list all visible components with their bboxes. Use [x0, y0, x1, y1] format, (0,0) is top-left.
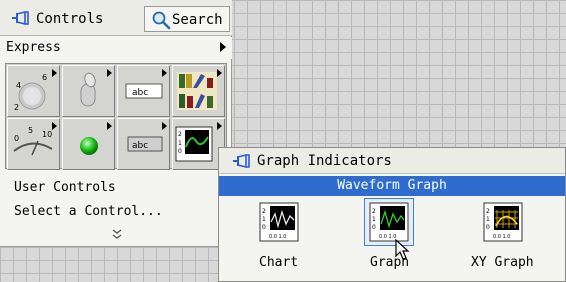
- submenu-arrow-icon: [107, 69, 112, 77]
- expand-chevron-icon[interactable]: [111, 228, 123, 240]
- submenu-arrow-icon: [217, 122, 222, 130]
- svg-text:2: 2: [372, 208, 376, 215]
- svg-text:0: 0: [262, 224, 266, 231]
- svg-text:0: 0: [486, 224, 490, 231]
- submenu-arrow-icon: [52, 69, 57, 77]
- svg-text:5: 5: [28, 126, 33, 135]
- numeric-indicators-tile[interactable]: 0 5 10: [7, 118, 60, 170]
- svg-text:2: 2: [178, 131, 182, 138]
- submenu-arrow-icon: [162, 122, 167, 130]
- category-express[interactable]: Express: [0, 37, 232, 59]
- svg-text:2: 2: [486, 208, 490, 215]
- controls-palette: Controls Search Express 4 6 2 abc 0 5 10…: [0, 0, 232, 247]
- hovered-item-label: Waveform Graph: [219, 176, 565, 196]
- subpalette-title: Graph Indicators: [257, 153, 392, 169]
- led-indicators-tile[interactable]: [62, 118, 115, 170]
- thumbtack-icon[interactable]: [10, 9, 30, 27]
- svg-text:0.0 1.0: 0.0 1.0: [493, 234, 511, 240]
- submenu-arrow-icon: [220, 42, 226, 52]
- palette-title-bar[interactable]: Controls Search: [0, 0, 232, 36]
- string-indicator-tile[interactable]: abc: [117, 118, 170, 170]
- thumbtack-icon[interactable]: [231, 152, 251, 170]
- subpalette-title-bar[interactable]: Graph Indicators: [219, 148, 565, 174]
- svg-text:0: 0: [178, 148, 182, 155]
- graph-indicators-palette: Graph Indicators Waveform Graph 2 1 0 0.…: [218, 147, 566, 282]
- xy-graph-icon[interactable]: 2 1 0 0.0 1.0: [483, 202, 523, 242]
- svg-text:0: 0: [372, 224, 376, 231]
- svg-text:1: 1: [262, 216, 266, 223]
- string-path-tile[interactable]: abc: [117, 65, 170, 117]
- search-button[interactable]: Search: [144, 6, 230, 32]
- numeric-controls-tile[interactable]: 4 6 2: [7, 65, 60, 117]
- svg-text:2: 2: [262, 208, 266, 215]
- svg-text:4: 4: [16, 81, 21, 90]
- menu-item-select-control[interactable]: Select a Control...: [14, 204, 163, 219]
- submenu-arrow-icon: [52, 122, 57, 130]
- magnifier-icon: [152, 11, 171, 30]
- svg-text:6: 6: [42, 73, 47, 82]
- waveform-graph-icon[interactable]: 2 1 0 0.0 1.0: [369, 202, 409, 242]
- svg-text:abc: abc: [132, 141, 148, 151]
- svg-text:1: 1: [178, 140, 182, 147]
- svg-text:2: 2: [14, 103, 19, 112]
- category-label: Express: [6, 40, 61, 55]
- submenu-arrow-icon: [107, 122, 112, 130]
- control-icon-grid: 4 6 2 abc 0 5 10 abc 2 1 0: [5, 63, 227, 170]
- xy-graph-label: XY Graph: [471, 255, 534, 270]
- search-button-label: Search: [172, 12, 223, 28]
- svg-text:1: 1: [486, 216, 490, 223]
- boolean-controls-tile[interactable]: [62, 65, 115, 117]
- mouse-cursor-icon: [395, 239, 410, 260]
- menu-item-user-controls[interactable]: User Controls: [14, 180, 116, 195]
- svg-text:10: 10: [42, 130, 52, 139]
- submenu-arrow-icon: [162, 69, 167, 77]
- waveform-chart-icon[interactable]: 2 1 0 0.0 1.0: [259, 202, 299, 242]
- submenu-arrow-icon: [217, 69, 222, 77]
- svg-text:1: 1: [372, 216, 376, 223]
- svg-text:0.0 1.0: 0.0 1.0: [379, 234, 397, 240]
- svg-text:abc: abc: [132, 88, 148, 98]
- palette-title: Controls: [36, 11, 104, 27]
- svg-text:0.0 1.0: 0.0 1.0: [269, 234, 287, 240]
- chart-label: Chart: [259, 255, 299, 270]
- array-cluster-tile[interactable]: [172, 65, 225, 117]
- svg-text:0: 0: [14, 134, 19, 143]
